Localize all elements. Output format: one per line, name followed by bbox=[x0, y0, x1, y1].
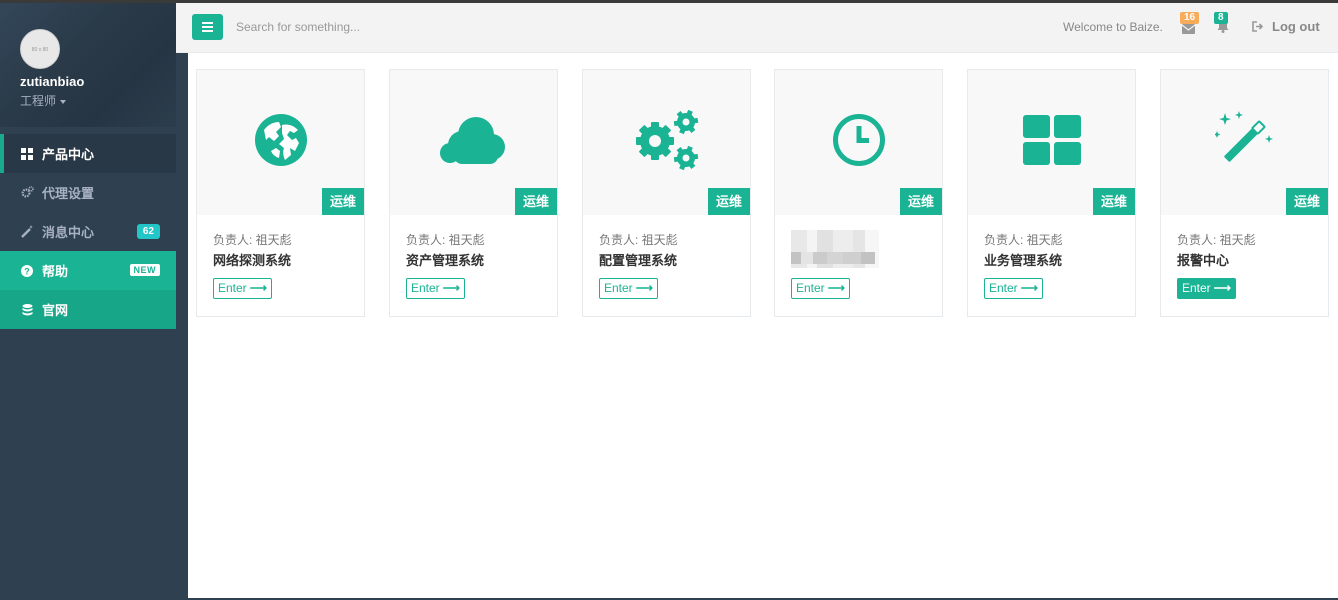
role-label: 工程师 bbox=[20, 94, 57, 108]
system-card[interactable]: 运维 负责人: 祖天彪 业务管理系统 Enter ⟶ bbox=[967, 69, 1136, 317]
sidebar-item-label: 消息中心 bbox=[42, 225, 95, 240]
card-title: 网络探测系统 bbox=[213, 253, 292, 268]
card-banner: 运维 bbox=[775, 70, 942, 215]
sidebar-item-label: 官网 bbox=[42, 303, 69, 318]
username[interactable]: zutianbiao bbox=[20, 74, 84, 89]
enter-button[interactable]: Enter ⟶ bbox=[1177, 278, 1236, 299]
sidebar-nav: 产品中心 代理设置 消息中心 62 ? 帮助 NEW 官网 bbox=[0, 134, 176, 329]
enter-button[interactable]: Enter ⟶ bbox=[213, 278, 272, 299]
redacted-text bbox=[791, 230, 879, 268]
enter-label: Enter bbox=[796, 281, 825, 295]
sidebar: 80 x 80 zutianbiao 工程师 产品中心 代理设置 消息中心 62… bbox=[0, 3, 176, 600]
card-title: 业务管理系统 bbox=[984, 253, 1063, 268]
long-arrow-right-icon: ⟶ bbox=[1020, 281, 1038, 295]
gears-icon bbox=[20, 186, 34, 200]
card-banner: 运维 bbox=[197, 70, 364, 215]
enter-label: Enter bbox=[411, 281, 440, 295]
card-banner: 运维 bbox=[390, 70, 557, 215]
long-arrow-right-icon: ⟶ bbox=[827, 281, 845, 295]
new-badge: NEW bbox=[129, 264, 160, 276]
avatar[interactable]: 80 x 80 bbox=[20, 29, 60, 69]
category-tag: 运维 bbox=[1092, 188, 1135, 215]
category-tag: 运维 bbox=[321, 188, 364, 215]
card-owner: 负责人: 祖天彪 bbox=[984, 233, 1063, 247]
sign-out-icon bbox=[1252, 21, 1264, 32]
role-dropdown[interactable]: 工程师 bbox=[20, 92, 67, 109]
question-icon: ? bbox=[20, 264, 34, 278]
th-large-icon bbox=[1022, 115, 1081, 165]
menu-toggle-button[interactable] bbox=[192, 14, 223, 40]
system-card[interactable]: 运维 负责人: 祖天彪 网络探测系统 Enter ⟶ bbox=[196, 69, 365, 317]
caret-down-icon bbox=[60, 99, 67, 104]
system-card[interactable]: 运维 负责人: 祖天彪 配置管理系统 Enter ⟶ bbox=[582, 69, 751, 317]
top-border bbox=[0, 0, 1338, 3]
sidebar-item-label: 产品中心 bbox=[42, 147, 95, 162]
enter-button[interactable]: Enter ⟶ bbox=[984, 278, 1043, 299]
enter-label: Enter bbox=[1182, 281, 1211, 295]
database-icon bbox=[20, 303, 34, 317]
sidebar-item-proxy-settings[interactable]: 代理设置 bbox=[0, 173, 176, 212]
card-banner: 运维 bbox=[968, 70, 1135, 215]
clock-icon bbox=[832, 114, 885, 166]
long-arrow-right-icon: ⟶ bbox=[442, 281, 460, 295]
sidebar-item-label: 帮助 bbox=[42, 264, 69, 279]
card-title: 配置管理系统 bbox=[599, 253, 678, 268]
cloud-icon bbox=[439, 117, 505, 164]
svg-text:?: ? bbox=[24, 266, 30, 276]
card-title: 报警中心 bbox=[1177, 253, 1230, 268]
card-banner: 运维 bbox=[583, 70, 750, 215]
category-tag: 运维 bbox=[1285, 188, 1328, 215]
enter-label: Enter bbox=[218, 281, 247, 295]
long-arrow-right-icon: ⟶ bbox=[1213, 281, 1231, 295]
sidebar-item-product-center[interactable]: 产品中心 bbox=[0, 134, 176, 173]
mail-count-badge: 16 bbox=[1180, 12, 1200, 24]
message-count-badge: 62 bbox=[136, 224, 160, 239]
enter-label: Enter bbox=[604, 281, 633, 295]
logout-label: Log out bbox=[1272, 19, 1320, 34]
enter-button[interactable]: Enter ⟶ bbox=[599, 278, 658, 299]
gears-icon bbox=[635, 109, 698, 171]
sidebar-item-official-site[interactable]: 官网 bbox=[0, 290, 176, 329]
category-tag: 运维 bbox=[707, 188, 750, 215]
card-title: 资产管理系统 bbox=[406, 253, 485, 268]
category-tag: 运维 bbox=[514, 188, 557, 215]
bars-icon bbox=[202, 22, 213, 32]
sidebar-item-message-center[interactable]: 消息中心 62 bbox=[0, 212, 176, 251]
long-arrow-right-icon: ⟶ bbox=[635, 281, 653, 295]
card-owner: 负责人: 祖天彪 bbox=[213, 233, 292, 247]
category-tag: 运维 bbox=[899, 188, 942, 215]
enter-label: Enter bbox=[989, 281, 1018, 295]
long-arrow-right-icon: ⟶ bbox=[249, 281, 267, 295]
enter-button[interactable]: Enter ⟶ bbox=[791, 278, 850, 299]
card-banner: 运维 bbox=[1161, 70, 1328, 215]
magic-icon bbox=[20, 225, 34, 239]
globe-icon bbox=[254, 114, 307, 166]
sidebar-item-help[interactable]: ? 帮助 NEW bbox=[0, 251, 176, 290]
logout-button[interactable]: Log out bbox=[1252, 19, 1320, 34]
enter-button[interactable]: Enter ⟶ bbox=[406, 278, 465, 299]
grid-icon bbox=[20, 147, 34, 161]
system-card[interactable]: 运维 负责人: 祖天彪 资产管理系统 Enter ⟶ bbox=[389, 69, 558, 317]
redacted-text-row bbox=[791, 252, 875, 264]
card-owner: 负责人: 祖天彪 bbox=[406, 233, 485, 247]
sidebar-item-label: 代理设置 bbox=[42, 186, 95, 201]
card-owner: 负责人: 祖天彪 bbox=[599, 233, 678, 247]
card-owner: 负责人: 祖天彪 bbox=[1177, 233, 1256, 247]
search-input[interactable] bbox=[236, 17, 536, 37]
notification-count-badge: 8 bbox=[1214, 12, 1228, 24]
welcome-message: Welcome to Baize. bbox=[1063, 20, 1163, 34]
system-card[interactable]: 运维 Enter ⟶ bbox=[774, 69, 943, 317]
system-card[interactable]: 运维 负责人: 祖天彪 报警中心 Enter ⟶ bbox=[1160, 69, 1329, 317]
magic-icon bbox=[1214, 111, 1273, 162]
top-navbar: Welcome to Baize. 16 8 Log out bbox=[176, 3, 1338, 53]
profile-panel: 80 x 80 zutianbiao 工程师 bbox=[0, 3, 176, 127]
